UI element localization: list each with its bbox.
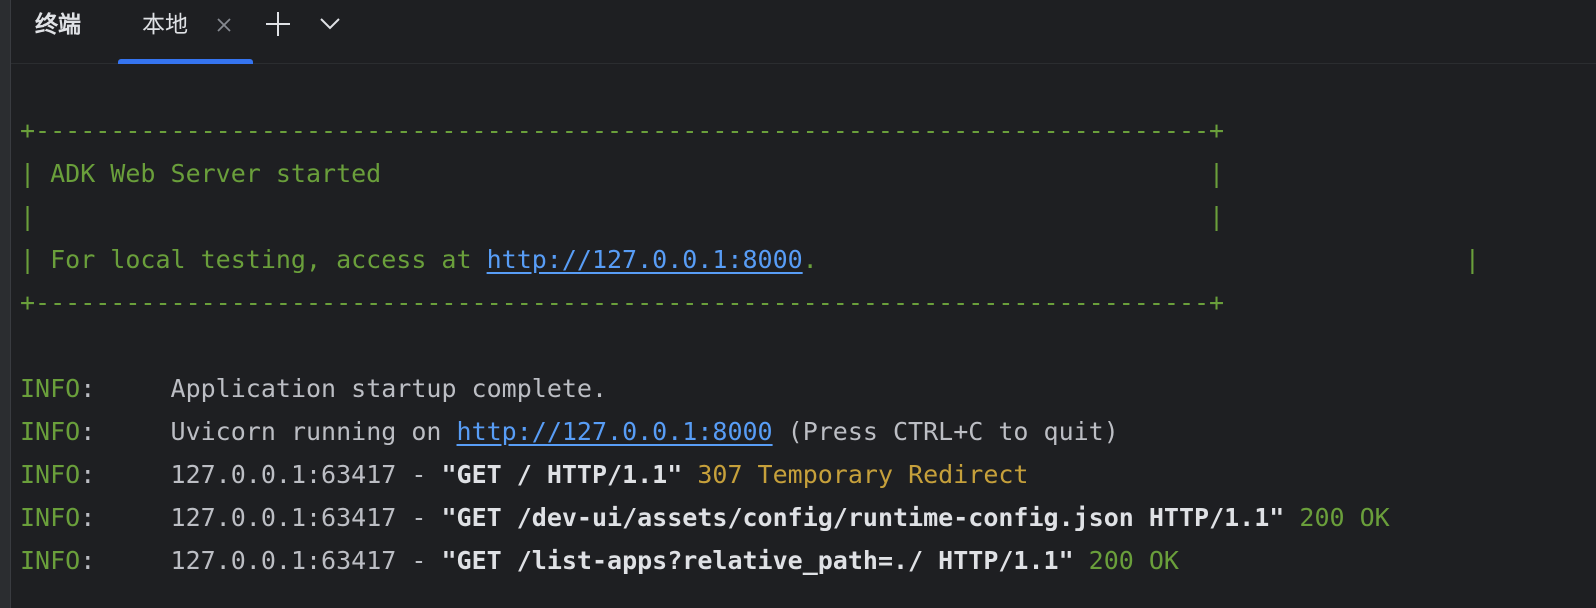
banner-access-line: | For local testing, access at http://12… (20, 238, 1480, 281)
log-level: INFO (20, 546, 81, 575)
log-line: INFO: Application startup complete. (20, 367, 607, 410)
log-status: 200 OK (1284, 503, 1390, 532)
log-line: INFO: 127.0.0.1:63417 - "GET /list-apps?… (20, 539, 1179, 582)
log-prefix: Uvicorn running on (170, 417, 457, 446)
log-request: "GET /list-apps?relative_path=./ HTTP/1.… (441, 546, 1074, 575)
log-separator: : (80, 460, 171, 489)
log-level: INFO (20, 417, 81, 446)
banner-border-top: +---------------------------------------… (20, 116, 1225, 145)
server-url-link[interactable]: http://127.0.0.1:8000 (457, 417, 773, 446)
left-tool-strip (0, 0, 11, 608)
new-tab-button[interactable] (264, 10, 292, 38)
banner-access-suffix: . | (802, 245, 1480, 274)
log-separator: : (80, 503, 171, 532)
log-status: 200 OK (1073, 546, 1179, 575)
plus-icon (266, 12, 290, 36)
log-level: INFO (20, 374, 81, 403)
log-status: 307 Temporary Redirect (682, 460, 1029, 489)
banner-access-link[interactable]: http://127.0.0.1:8000 (487, 245, 803, 274)
tab-local-label: 本地 (142, 12, 188, 38)
banner-title-line: | ADK Web Server started | (20, 159, 1225, 188)
terminal-tab-bar: 终端 本地 (11, 0, 1596, 64)
log-request: "GET / HTTP/1.1" (441, 460, 683, 489)
log-address: 127.0.0.1:63417 - (170, 503, 442, 532)
log-line: INFO: Uvicorn running on http://127.0.0.… (20, 410, 1119, 453)
log-address: 127.0.0.1:63417 - (170, 546, 442, 575)
log-suffix: (Press CTRL+C to quit) (772, 417, 1119, 446)
active-tab-indicator (118, 59, 253, 64)
chevron-down-icon (320, 18, 340, 30)
log-separator: : (80, 546, 171, 575)
log-address: 127.0.0.1:63417 - (170, 460, 442, 489)
log-separator: : (80, 374, 171, 403)
banner-access-prefix: | For local testing, access at (20, 245, 487, 274)
tab-options-dropdown[interactable] (318, 14, 342, 34)
log-separator: : (80, 417, 171, 446)
tool-window-title: 终端 (35, 12, 81, 38)
log-level: INFO (20, 460, 81, 489)
log-level: INFO (20, 503, 81, 532)
log-line: INFO: 127.0.0.1:63417 - "GET / HTTP/1.1"… (20, 453, 1028, 496)
banner-border-bottom: +---------------------------------------… (20, 288, 1225, 317)
close-icon[interactable] (214, 15, 234, 35)
log-text: Application startup complete. (170, 374, 608, 403)
log-request: "GET /dev-ui/assets/config/runtime-confi… (441, 503, 1285, 532)
banner-empty-line: | | (20, 202, 1225, 231)
tab-local[interactable]: 本地 (118, 0, 253, 64)
log-line: INFO: 127.0.0.1:63417 - "GET /dev-ui/ass… (20, 496, 1390, 539)
terminal-output[interactable]: +---------------------------------------… (20, 66, 1596, 608)
